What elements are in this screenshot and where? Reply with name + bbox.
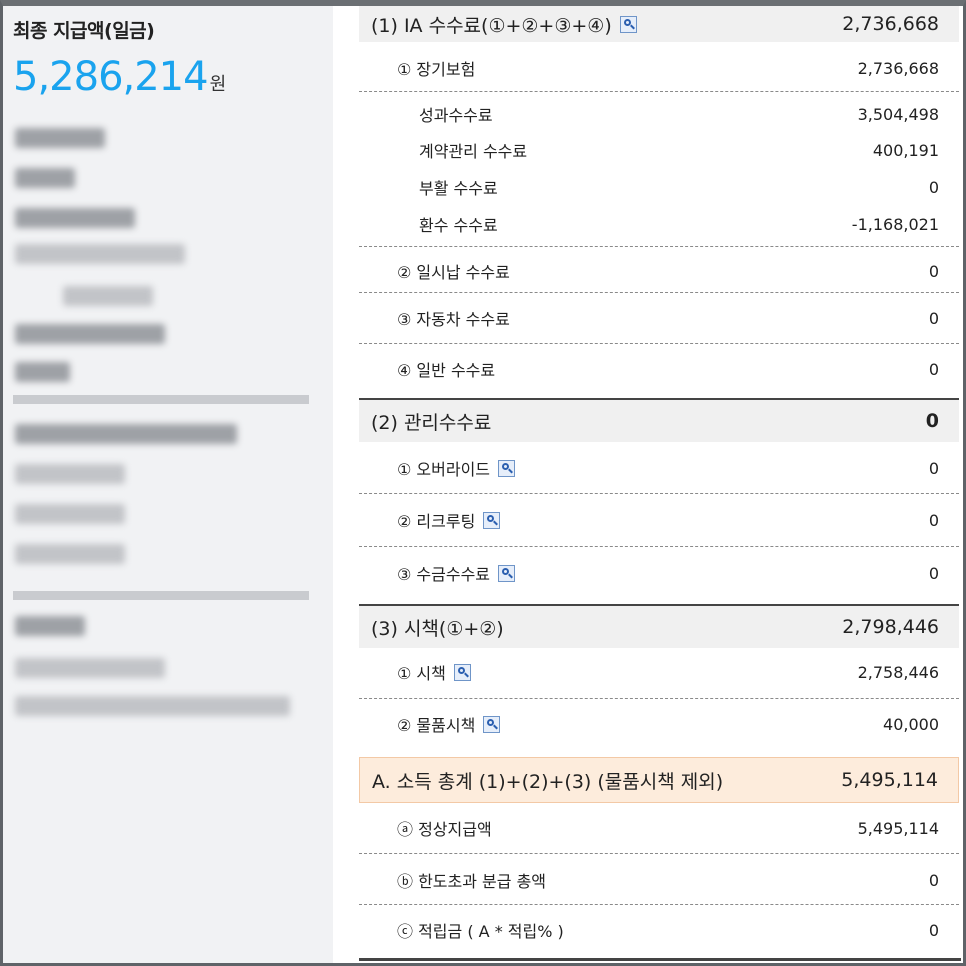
item-value: 0: [928, 870, 939, 890]
row-divider: [359, 904, 959, 905]
redacted-text: [15, 696, 290, 716]
item-label: ③ 수금수수료: [397, 565, 491, 584]
row-divider: [359, 246, 959, 247]
total-income-label: A. 소득 총계 (1)+(2)+(3) (물품시책 제외): [372, 770, 724, 793]
item-value: 3,504,498: [857, 104, 939, 124]
item-label: 성과수수료: [419, 106, 493, 125]
item-value: -1,168,021: [851, 214, 939, 234]
item-label: ① 오버라이드: [397, 460, 491, 479]
item-label: ② 리크루팅: [397, 512, 476, 531]
total-income-value: 5,495,114: [841, 769, 938, 791]
item-value: 0: [928, 177, 939, 197]
management-commission-value: 0: [925, 410, 939, 432]
ia-item-long-term: ① 장기보험 2,736,668: [359, 50, 959, 86]
redacted-text: [15, 424, 237, 444]
redacted-text: [15, 324, 165, 344]
total-item-reserve: ⓒ 적립금 ( A * 적립% ) 0: [359, 910, 959, 950]
row-divider: [359, 698, 959, 699]
ia-detail-performance: 성과수수료 3,504,498: [359, 100, 959, 128]
ia-item-auto: ③ 자동차 수수료 0: [359, 298, 959, 338]
item-value: 0: [928, 510, 939, 530]
item-label: ② 일시납 수수료: [397, 263, 510, 282]
magnifier-icon[interactable]: [453, 663, 471, 681]
incentive-header: (3) 시책(①+②) 2,798,446: [359, 606, 959, 648]
total-item-excess: ⓑ 한도초과 분급 총액 0: [359, 860, 959, 900]
redacted-text: [15, 504, 125, 524]
ia-item-lump-sum: ② 일시납 수수료 0: [359, 251, 959, 291]
total-item-normal: ⓐ 정상지급액 5,495,114: [359, 808, 959, 848]
row-divider: [359, 292, 959, 293]
final-payment-title: 최종 지급액(일금): [13, 20, 155, 42]
redacted-text: [63, 286, 153, 306]
item-value: 5,495,114: [857, 818, 939, 838]
incentive-value: 2,798,446: [842, 616, 939, 638]
incentive-item-goods: ② 물품시책 40,000: [359, 704, 959, 744]
redacted-text: [15, 464, 125, 484]
redacted-text: [15, 616, 85, 636]
item-label: ⓒ 적립금 ( A * 적립% ): [397, 922, 564, 941]
item-value: 0: [928, 359, 939, 379]
ia-commission-value: 2,736,668: [842, 13, 939, 35]
total-income-header: A. 소득 총계 (1)+(2)+(3) (물품시책 제외) 5,495,114: [359, 757, 959, 803]
final-payment-value: 5,286,214: [13, 54, 209, 100]
management-commission-label: (2) 관리수수료: [371, 411, 492, 434]
incentive-item-cash: ① 시책 2,758,446: [359, 652, 959, 692]
magnifier-icon[interactable]: [483, 511, 501, 529]
section-divider: [13, 591, 309, 600]
item-value: 0: [928, 458, 939, 478]
final-payment-amount: 5,286,214 원: [13, 54, 227, 100]
item-label: ⓐ 정상지급액: [397, 820, 492, 839]
ia-commission-header: (1) IA 수수료(①+②+③+④) 2,736,668: [359, 6, 959, 42]
redacted-text: [15, 128, 105, 148]
item-label: ⓑ 한도초과 분급 총액: [397, 872, 547, 891]
redacted-text: [15, 362, 70, 382]
redacted-text: [15, 544, 125, 564]
item-label: 환수 수수료: [419, 216, 498, 235]
item-label: ① 시책: [397, 664, 446, 683]
item-label: ② 물품시책: [397, 716, 476, 735]
magnifier-icon[interactable]: [498, 564, 516, 582]
item-value: 0: [928, 563, 939, 583]
ia-detail-revival: 부활 수수료 0: [359, 173, 959, 201]
management-commission-header: (2) 관리수수료 0: [359, 400, 959, 442]
management-item-recruiting: ② 리크루팅 0: [359, 500, 959, 540]
table-bottom-border: [359, 958, 961, 961]
incentive-label: (3) 시책(①+②): [371, 617, 504, 640]
redacted-text: [15, 208, 135, 228]
row-divider: [359, 91, 959, 92]
redacted-text: [15, 658, 165, 678]
row-divider: [359, 853, 959, 854]
item-label: ④ 일반 수수료: [397, 361, 496, 380]
item-label: 부활 수수료: [419, 179, 498, 198]
management-item-collection: ③ 수금수수료 0: [359, 553, 959, 593]
redacted-text: [15, 244, 185, 264]
item-value: 0: [928, 261, 939, 281]
row-divider: [359, 343, 959, 344]
redacted-text: [15, 168, 75, 188]
item-value: 40,000: [883, 714, 939, 734]
magnifier-icon[interactable]: [483, 715, 501, 733]
item-value: 400,191: [872, 140, 939, 160]
magnifier-icon[interactable]: [619, 15, 637, 33]
ia-detail-contract-mgmt: 계약관리 수수료 400,191: [359, 136, 959, 164]
item-label: ③ 자동차 수수료: [397, 310, 510, 329]
row-divider: [359, 546, 959, 547]
item-value: 0: [928, 920, 939, 940]
currency-unit: 원: [209, 74, 227, 95]
magnifier-icon[interactable]: [498, 459, 516, 477]
management-item-override: ① 오버라이드 0: [359, 448, 959, 488]
item-label: 계약관리 수수료: [419, 142, 528, 161]
row-divider: [359, 493, 959, 494]
ia-item-general: ④ 일반 수수료 0: [359, 349, 959, 389]
item-value: 2,758,446: [857, 662, 939, 682]
ia-commission-label: (1) IA 수수료(①+②+③+④): [371, 14, 612, 37]
ia-detail-clawback: 환수 수수료 -1,168,021: [359, 210, 959, 238]
section-divider: [13, 395, 309, 404]
item-label: ① 장기보험: [397, 60, 476, 79]
item-value: 2,736,668: [857, 58, 939, 78]
summary-panel: 최종 지급액(일금) 5,286,214 원: [3, 6, 333, 963]
item-value: 0: [928, 308, 939, 328]
